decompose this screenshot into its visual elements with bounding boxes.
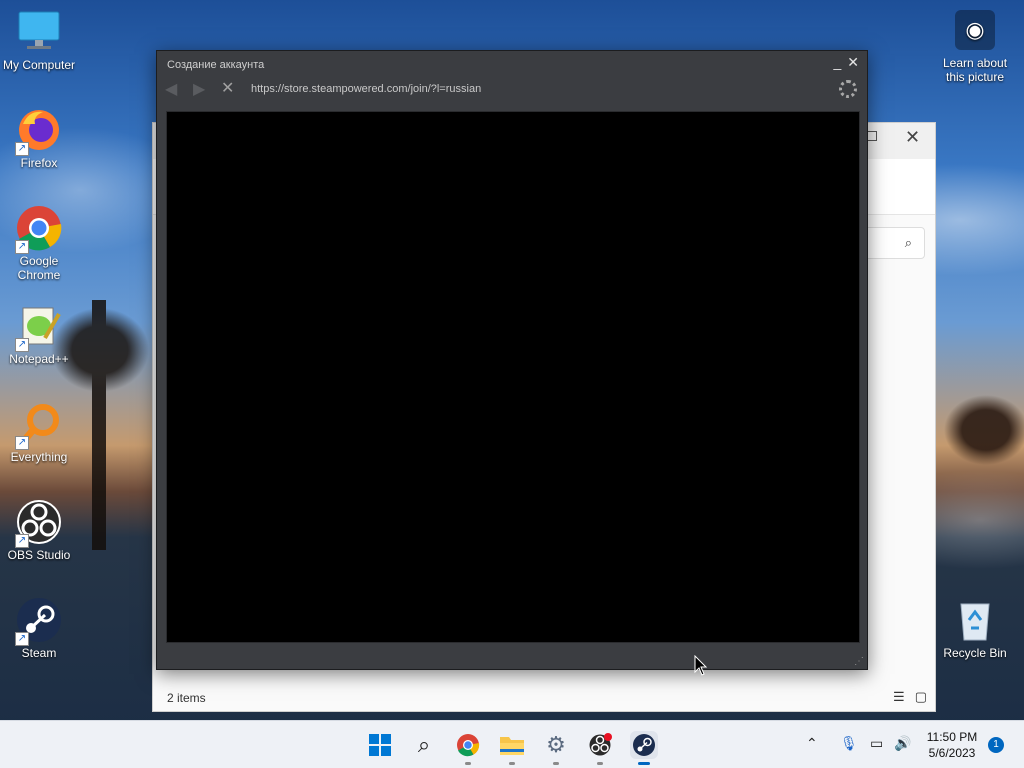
desktop-icon-label: OBS Studio (7, 548, 71, 562)
desktop-icon-firefox[interactable]: ↗ Firefox (0, 106, 78, 170)
desktop-icon-recycle-bin[interactable]: Recycle Bin (936, 596, 1014, 660)
browser-content-area[interactable] (166, 111, 860, 643)
minimize-button[interactable]: _ (833, 54, 841, 71)
chevron-up-icon[interactable]: ⌃ (806, 735, 818, 752)
taskbar: ⌕ ⚙ ⌃ 🎙 ▭ 🔊 11:50 PM 5/6/2023 1 (0, 720, 1024, 768)
desktop-icon-notepadpp[interactable]: ↗ Notepad++ (0, 302, 78, 366)
shortcut-arrow-icon: ↗ (15, 240, 29, 254)
chrome-icon (457, 734, 480, 757)
desktop-icon-label: Recycle Bin (943, 646, 1007, 660)
steam-browser-dialog[interactable]: Создание аккаунта _ ✕ ◀ ▶ ✕ https://stor… (156, 50, 868, 670)
taskbar-file-explorer[interactable] (498, 731, 526, 765)
taskbar-settings[interactable]: ⚙ (542, 731, 570, 765)
taskbar-steam[interactable] (630, 731, 658, 765)
taskbar-obs[interactable] (586, 731, 614, 765)
mouse-cursor-icon (694, 655, 708, 676)
close-button[interactable]: ✕ (905, 127, 920, 148)
windows-logo-icon (369, 734, 391, 756)
steam-icon: ↗ (15, 596, 63, 646)
clock-date: 5/6/2023 (928, 746, 976, 760)
shortcut-arrow-icon: ↗ (15, 632, 29, 646)
stop-loading-icon[interactable]: ✕ (221, 78, 234, 98)
desktop-icon-obs[interactable]: ↗ OBS Studio (0, 498, 78, 562)
desktop-icon-label: Firefox (20, 156, 58, 170)
everything-search-icon: ↗ (15, 400, 63, 450)
desktop-icon-label: Everything (10, 450, 68, 464)
clock-time: 11:50 PM (926, 730, 978, 744)
desktop-icon-label: My Computer (2, 58, 76, 72)
steam-icon (633, 734, 655, 756)
dialog-title: Создание аккаунта (167, 59, 265, 71)
wallpaper-tree-right (936, 380, 1024, 530)
firefox-icon: ↗ (15, 106, 63, 156)
desktop-icon-my-computer[interactable]: My Computer (0, 8, 78, 72)
obs-icon (589, 733, 612, 756)
status-item-count: 2 items (167, 691, 206, 705)
search-button[interactable]: ⌕ (410, 731, 438, 759)
forward-arrow-icon[interactable]: ▶ (193, 79, 205, 99)
desktop-icon-steam[interactable]: ↗ Steam (0, 596, 78, 660)
desktop-icon-label: Notepad++ (9, 352, 69, 366)
desktop-icon-label: Steam (21, 646, 57, 660)
details-view-icon[interactable]: ☰ (893, 689, 905, 705)
network-icon[interactable]: ▭ (870, 735, 883, 752)
learn-about-picture-label: Learn about this picture (942, 56, 1008, 84)
desktop-icon-chrome[interactable]: ↗ Google Chrome (0, 204, 78, 282)
microphone-icon[interactable]: 🎙 (840, 735, 858, 752)
url-text: https://store.steampowered.com/join/?l=r… (251, 83, 482, 95)
desktop-icon-everything[interactable]: ↗ Everything (0, 400, 78, 464)
search-icon: ⌕ (417, 732, 431, 757)
maximize-button[interactable] (867, 131, 877, 141)
start-button[interactable] (366, 731, 394, 759)
folder-icon (500, 737, 524, 755)
clock[interactable]: 11:50 PM 5/6/2023 (920, 729, 984, 761)
search-icon: ⌕ (904, 235, 912, 250)
camera-icon: ◉ (955, 10, 995, 50)
shortcut-arrow-icon: ↗ (15, 436, 29, 450)
chrome-icon: ↗ (15, 204, 63, 254)
learn-about-picture[interactable]: ◉ Learn about this picture (936, 10, 1014, 84)
resize-grip-icon[interactable]: ⋰ (854, 656, 864, 667)
speaker-icon[interactable]: 🔊 (894, 735, 911, 752)
loading-spinner-icon (839, 80, 857, 98)
navigation-bar: ◀ ▶ ✕ https://store.steampowered.com/joi… (157, 77, 867, 103)
gear-icon: ⚙ (546, 732, 566, 757)
tiles-view-icon[interactable]: ▢ (915, 689, 927, 705)
back-arrow-icon[interactable]: ◀ (165, 79, 177, 99)
obs-icon: ↗ (15, 498, 63, 548)
notification-badge[interactable]: 1 (988, 737, 1004, 753)
taskbar-chrome[interactable] (454, 731, 482, 765)
shortcut-arrow-icon: ↗ (15, 338, 29, 352)
notepadpp-icon: ↗ (15, 302, 63, 352)
recycle-bin-icon (951, 596, 999, 644)
monitor-icon (15, 8, 63, 56)
desktop-icon-label: Google Chrome (17, 254, 61, 282)
close-button[interactable]: ✕ (847, 54, 859, 71)
shortcut-arrow-icon: ↗ (15, 534, 29, 548)
shortcut-arrow-icon: ↗ (15, 142, 29, 156)
